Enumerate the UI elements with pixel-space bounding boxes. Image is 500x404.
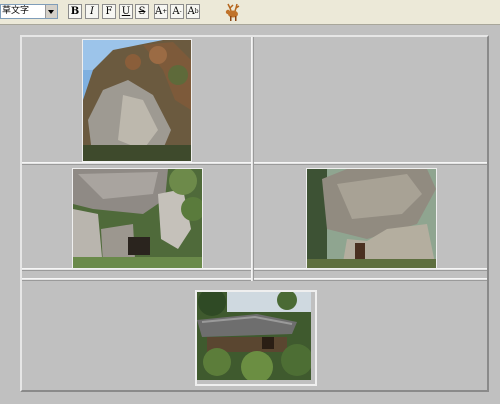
color-sup: b — [194, 8, 199, 15]
cliff-rock-image — [83, 40, 191, 161]
font-label: F — [105, 6, 113, 17]
reindeer-icon[interactable] — [224, 2, 242, 22]
table-column-divider — [251, 37, 254, 281]
table-row-divider — [22, 278, 487, 281]
chevron-down-icon[interactable] — [45, 5, 57, 18]
italic-label: I — [90, 6, 94, 17]
font-smaller-button[interactable]: A- — [170, 4, 184, 19]
font-larger-button[interactable]: A+ — [154, 4, 168, 19]
font-select-value: 草文字 — [2, 6, 30, 16]
smaller-label: A — [172, 6, 180, 17]
bold-button[interactable]: B — [68, 4, 82, 19]
bold-label: B — [70, 6, 80, 17]
strikethrough-button[interactable]: S — [135, 4, 149, 19]
shrine-house-photo[interactable] — [195, 290, 317, 386]
larger-sup: + — [162, 8, 168, 15]
color-label: A — [187, 6, 195, 17]
underline-button[interactable]: U — [119, 4, 133, 19]
shrine-house-image — [197, 292, 313, 383]
editor-area[interactable] — [0, 25, 500, 404]
overhang-rock-image — [307, 169, 436, 268]
font-select[interactable]: 草文字 — [0, 4, 58, 19]
font-color-button[interactable]: Ab — [186, 4, 200, 19]
editor-toolbar: 草文字 B I F U S A+ A- Ab — [0, 0, 500, 25]
italic-button[interactable]: I — [85, 4, 99, 19]
underline-label: U — [121, 6, 131, 17]
overhang-rock-photo[interactable] — [306, 168, 437, 269]
font-button[interactable]: F — [102, 4, 116, 19]
strike-label: S — [138, 6, 146, 17]
cave-rock-photo[interactable] — [72, 168, 203, 269]
cliff-rock-photo[interactable] — [82, 39, 192, 162]
smaller-sup: - — [179, 8, 182, 15]
cave-rock-image — [73, 169, 202, 268]
table-row-divider — [22, 162, 487, 165]
